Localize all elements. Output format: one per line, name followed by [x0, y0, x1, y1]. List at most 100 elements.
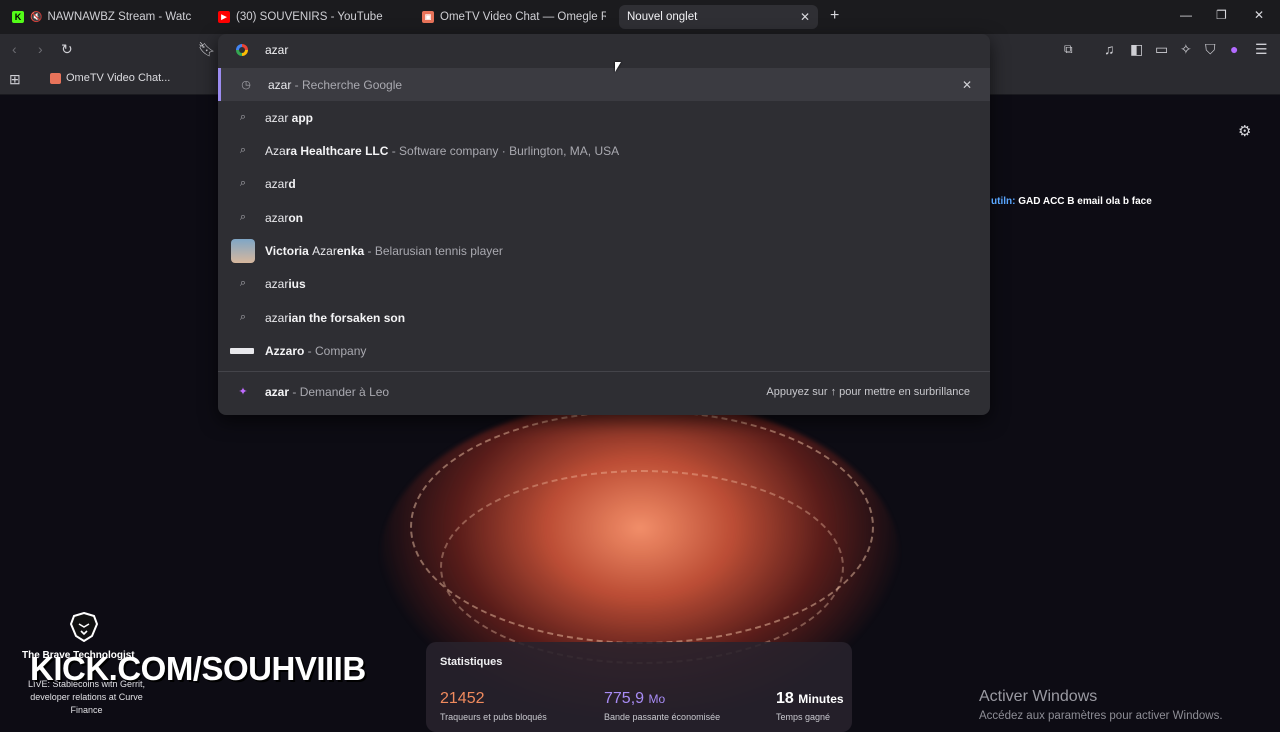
minimize-icon[interactable]: —	[1180, 8, 1192, 22]
search-icon: ⌕	[239, 144, 247, 156]
suggestion-completion: on	[288, 210, 304, 225]
search-icon: ⌕	[239, 311, 247, 323]
suggestion-query: azar	[265, 276, 289, 291]
suggestion-item[interactable]: ◷ azar - Recherche Google ✕	[218, 68, 990, 101]
muted-icon[interactable]: 🔇	[30, 12, 42, 23]
screenshot-icon[interactable]: ⧉	[1064, 42, 1073, 57]
suggestion-sub: - Demander à Leo	[289, 384, 390, 399]
maximize-icon[interactable]: ❐	[1216, 8, 1227, 22]
bookmark-label: OmeTV Video Chat...	[66, 72, 171, 84]
tab-new[interactable]: Nouvel onglet ✕	[619, 5, 818, 29]
suggestion-item[interactable]: Azzaro - Company	[218, 334, 990, 367]
omnibox-input[interactable]: azar	[218, 34, 990, 67]
mouse-cursor-icon	[615, 62, 621, 72]
settings-gear-icon[interactable]: ⚙	[1238, 122, 1251, 140]
suggestion-item[interactable]: ⌕ azarius	[218, 267, 990, 300]
close-window-icon[interactable]: ✕	[1254, 8, 1264, 22]
suggestion-sub: - Recherche Google	[291, 77, 403, 92]
azzaro-logo-icon	[230, 347, 254, 354]
new-tab-button[interactable]: +	[830, 7, 839, 25]
bookmark-icon[interactable]: 🔖︎	[198, 41, 216, 58]
suggestion-completion: ian the forsaken son	[288, 310, 406, 325]
search-icon: ⌕	[239, 177, 247, 189]
suggestion-item[interactable]: ⌕ azarian the forsaken son	[218, 301, 990, 334]
bookmark-ometv[interactable]: OmeTV Video Chat...	[50, 72, 170, 84]
divider	[218, 371, 990, 372]
suggestion-item[interactable]: ⌕ azard	[218, 167, 990, 200]
stat-trackers: 21452 Traqueurs et pubs bloqués	[440, 690, 547, 722]
suggestion-item[interactable]: ⌕ Azara Healthcare LLC - Software compan…	[218, 134, 990, 167]
suggestion-completion: d	[288, 176, 296, 191]
suggestion-sub: - Company	[304, 343, 367, 358]
vpn-shield-icon[interactable]: ⛉	[1205, 41, 1216, 58]
stat-label: Temps gagné	[776, 712, 831, 722]
suggestion-query: azar	[265, 384, 290, 399]
remove-suggestion-icon[interactable]: ✕	[962, 78, 972, 92]
chat-text: GAD ACC B email ola b face	[1018, 196, 1152, 207]
stat-unit: Minutes	[798, 692, 844, 706]
tab-label: OmeTV Video Chat — Omegle Random	[440, 11, 606, 23]
leo-ai-icon[interactable]: ✧	[1180, 41, 1192, 58]
search-icon: ⌕	[239, 111, 247, 123]
stat-unit: Mo	[648, 692, 666, 706]
tab-ometv[interactable]: ▣ OmeTV Video Chat — Omegle Random	[422, 5, 606, 29]
history-icon: ◷	[241, 79, 251, 91]
chat-message: utiln: GAD ACC B email ola b face	[991, 196, 1152, 207]
back-icon[interactable]: ‹	[12, 41, 17, 57]
tab-youtube[interactable]: ▶ (30) SOUVENIRS - YouTube	[218, 5, 388, 29]
suggestion-query: azar	[265, 110, 289, 125]
omnibox-dropdown: azar ◷ azar - Recherche Google ✕ ⌕ azar …	[218, 34, 990, 415]
suggestion-sub: - Belarusian tennis player	[364, 243, 503, 258]
omnibox-value[interactable]: azar	[265, 43, 288, 57]
apps-grid-icon[interactable]: ⊞	[9, 71, 21, 88]
reload-icon[interactable]: ↻	[61, 41, 73, 58]
suggestion-completion: enka	[336, 243, 365, 258]
suggestion-query: azar	[265, 210, 289, 225]
leo-icon: ✦	[238, 386, 248, 398]
avatar-icon	[231, 238, 255, 263]
suggestion-query: Azar	[312, 243, 337, 258]
windows-activation-title: Activer Windows	[979, 688, 1098, 705]
stat-label: Traqueurs et pubs bloqués	[440, 712, 547, 722]
kick-overlay-text: KICK.COM/SOUHVIIIB	[30, 650, 366, 687]
suggestion-query: azar	[265, 176, 289, 191]
close-tab-icon[interactable]: ✕	[800, 10, 810, 24]
suggestion-completion: Victoria	[265, 243, 313, 258]
suggestion-completion: ius	[288, 276, 306, 291]
suggestion-sub: - Software company · Burlington, MA, USA	[388, 143, 620, 158]
windows-activation-sub: Accédez aux paramètres pour activer Wind…	[979, 710, 1223, 722]
stat-value: 18	[776, 690, 794, 707]
stat-time: 18 Minutes Temps gagné	[776, 690, 844, 722]
tab-label: (30) SOUVENIRS - YouTube	[236, 11, 383, 23]
suggestion-item[interactable]: ⌕ azaron	[218, 201, 990, 234]
stats-title: Statistiques	[440, 656, 503, 668]
tab-label: NAWNAWBZ Stream - Watch Live	[47, 11, 192, 23]
search-icon: ⌕	[239, 211, 247, 223]
suggestion-completion: ra Healthcare LLC	[285, 143, 389, 158]
ometv-icon	[50, 72, 61, 84]
google-icon	[236, 44, 248, 56]
stat-value: 21452	[440, 690, 485, 707]
tab-bar: K 🔇 NAWNAWBZ Stream - Watch Live ▶ (30) …	[0, 0, 1280, 34]
tab-kick[interactable]: K 🔇 NAWNAWBZ Stream - Watch Live	[12, 5, 192, 29]
music-icon[interactable]: ♫	[1104, 41, 1115, 57]
chat-user: utiln:	[991, 196, 1016, 207]
suggestion-query: azar	[268, 77, 292, 92]
tab-label: Nouvel onglet	[627, 11, 698, 23]
stat-label: Bande passante économisée	[604, 712, 721, 722]
ometv-icon: ▣	[422, 11, 434, 23]
forward-icon[interactable]: ›	[38, 41, 43, 57]
leo-hint: Appuyez sur ↑ pour mettre en surbrillanc…	[766, 385, 970, 398]
suggestion-item[interactable]: Victoria Azarenka - Belarusian tennis pl…	[218, 234, 990, 267]
menu-icon[interactable]: ☰	[1255, 41, 1268, 58]
youtube-icon: ▶	[218, 11, 230, 23]
wallet-icon[interactable]: ▭	[1155, 41, 1168, 58]
kick-icon: K	[12, 11, 24, 23]
sidebar-icon[interactable]: ◧	[1130, 41, 1143, 58]
brave-lion-icon	[70, 612, 98, 642]
suggestion-item[interactable]: ⌕ azar app	[218, 101, 990, 134]
leo-suggestion[interactable]: ✦ azar - Demander à Leo Appuyez sur ↑ po…	[218, 375, 990, 408]
suggestion-query: Aza	[265, 143, 286, 158]
suggestion-completion: app	[288, 110, 314, 125]
profile-icon[interactable]: ●	[1230, 41, 1238, 57]
